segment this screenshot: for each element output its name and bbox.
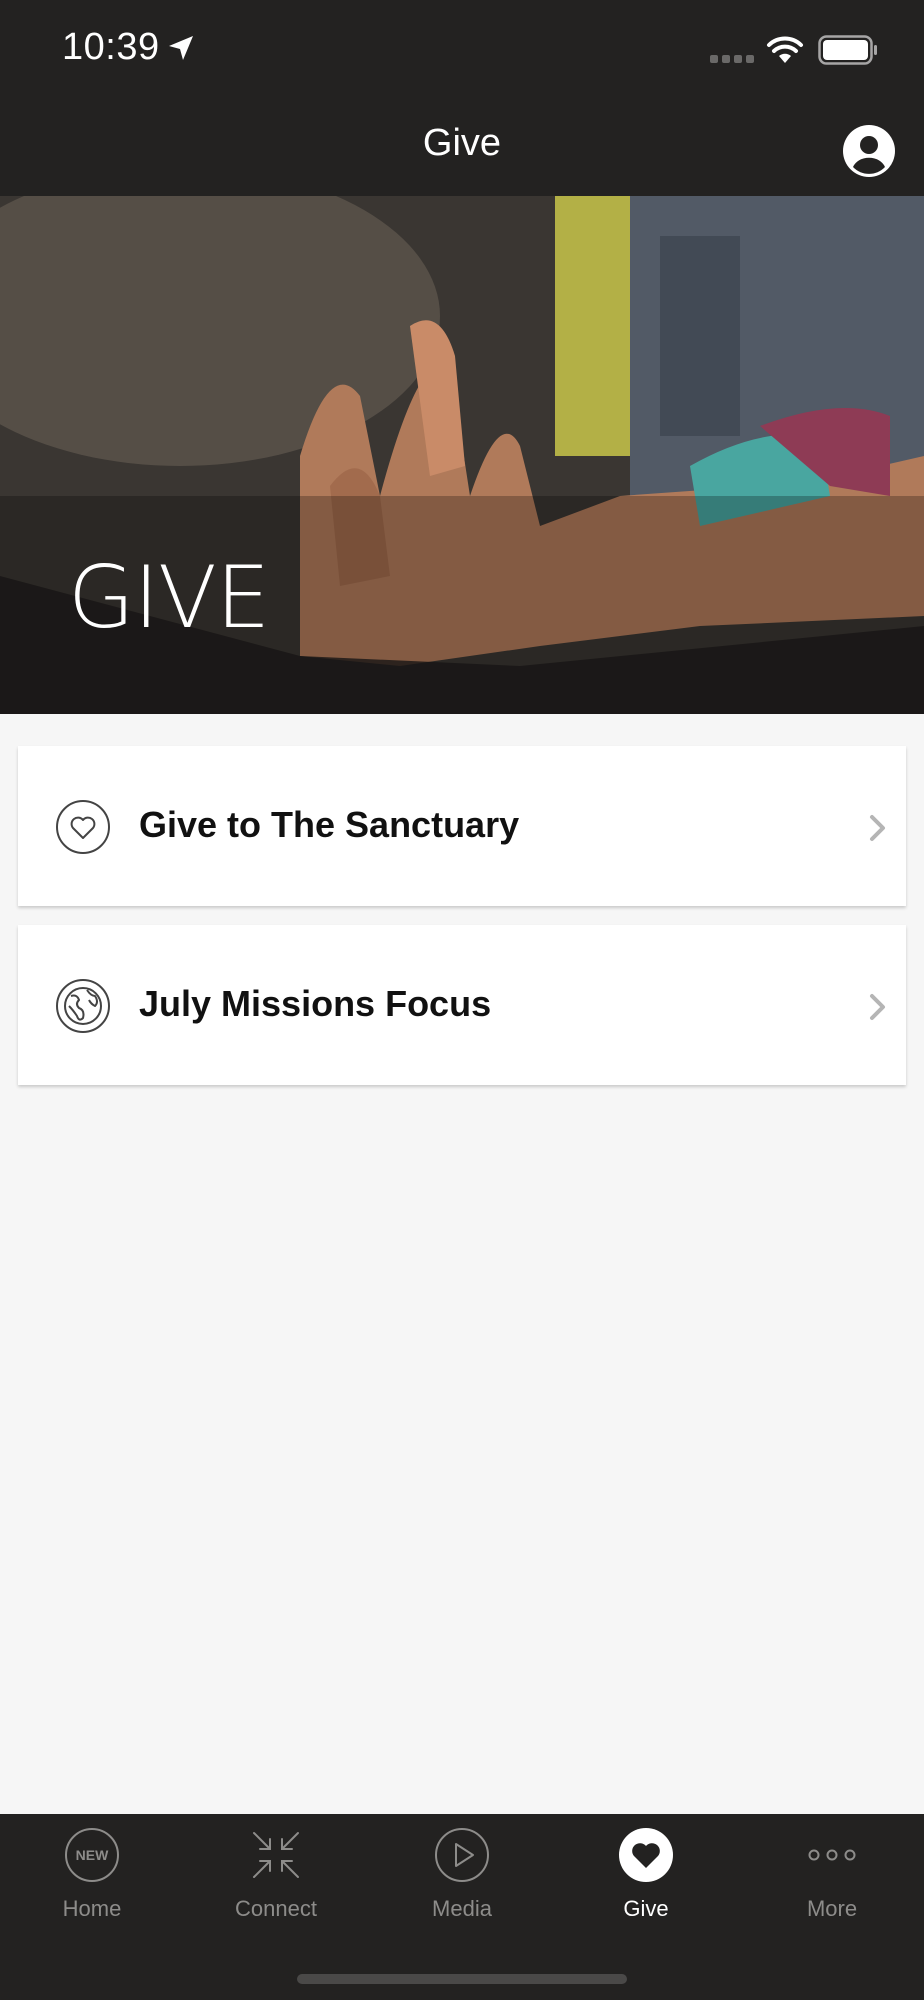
location-arrow-icon [169, 36, 193, 60]
person-icon [845, 127, 893, 175]
compress-arrows-icon [253, 1832, 299, 1878]
ellipsis-icon [808, 1849, 856, 1861]
navigation-bar: Give [0, 98, 924, 196]
tab-media[interactable]: Media [370, 1814, 554, 1944]
item-label: Give to The Sanctuary [139, 804, 520, 845]
july-missions-focus-item[interactable]: July Missions Focus [18, 925, 906, 1085]
chevron-right-icon [870, 994, 885, 1020]
hero-banner: GIVE [0, 196, 924, 714]
tab-connect[interactable]: Connect [184, 1814, 368, 1944]
wifi-icon [767, 36, 803, 63]
tab-more[interactable]: More [740, 1814, 924, 1944]
give-to-sanctuary-item[interactable]: Give to The Sanctuary [18, 746, 906, 906]
heart-icon [619, 1828, 673, 1882]
tab-label: Media [432, 1896, 492, 1921]
page-title: Give [422, 122, 502, 164]
new-badge-icon: NEW [65, 1828, 119, 1882]
status-bar: 10:39 [0, 0, 924, 98]
tab-give[interactable]: Give [554, 1814, 738, 1944]
signal-icon [710, 55, 754, 63]
chevron-right-icon [870, 815, 885, 841]
battery-icon [818, 35, 877, 65]
item-label: July Missions Focus [139, 983, 492, 1024]
heart-outline-icon [56, 800, 110, 854]
tab-label: Connect [235, 1896, 317, 1921]
tab-home[interactable]: NEW Home [0, 1814, 184, 1944]
tab-label: Home [62, 1896, 122, 1921]
tab-label: Give [623, 1896, 669, 1921]
home-indicator [297, 1974, 627, 1984]
tab-bar: NEW Home Connect Media Give More [0, 1814, 924, 2000]
play-icon [435, 1828, 489, 1882]
globe-icon [56, 979, 110, 1033]
profile-button[interactable] [843, 125, 895, 177]
hero-title: GIVE [68, 548, 270, 648]
tab-label: More [806, 1896, 858, 1921]
status-time: 10:39 [62, 26, 160, 68]
new-badge-text: NEW [76, 1847, 109, 1863]
